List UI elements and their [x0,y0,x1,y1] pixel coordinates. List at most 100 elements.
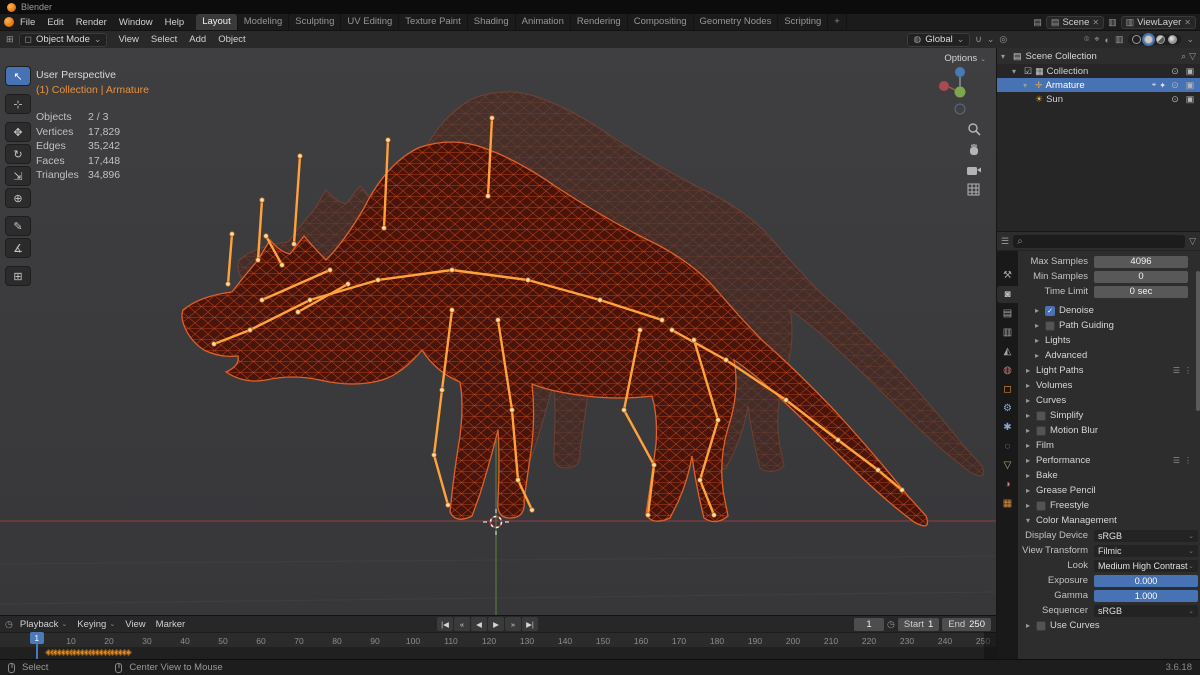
panel-performance[interactable]: ▸Performance☰⋮ [1018,453,1198,468]
proportional-edit-icon[interactable]: ◎ [999,34,1007,45]
camera-view-icon[interactable] [966,164,981,176]
panel-checkbox[interactable] [1036,501,1046,511]
gizmo-z-neg-axis[interactable] [955,104,965,114]
camera-toggle-icon[interactable]: ▣ [1184,94,1196,105]
tool-move[interactable]: ✥ [5,122,31,142]
color-management-header[interactable]: ▾ Color Management [1018,513,1198,528]
viewport-menu-object[interactable]: Object [212,33,251,46]
viewlayer-remove-icon[interactable]: ✕ [1184,18,1191,27]
properties-tab-physics[interactable]: ◌ [997,438,1018,455]
outliner-row-sun[interactable]: ☀Sun⊙▣ [997,92,1200,106]
viewport-menu-select[interactable]: Select [145,33,183,46]
shading-dropdown-icon[interactable]: ⌄ [1186,34,1194,45]
workspace-tab-compositing[interactable]: Compositing [628,14,694,30]
workspace-tab-uv-editing[interactable]: UV Editing [341,14,399,30]
tool-select-box[interactable]: ↖ [5,66,31,86]
outliner-filter-icon[interactable]: ▽ [1189,51,1196,62]
properties-tab-particles[interactable]: ✱ [997,419,1018,436]
prev-keyframe-button[interactable]: « [454,617,470,631]
gizmo-z-axis[interactable] [955,67,965,77]
timeline-ruler[interactable]: 1020304050607080901001101201301401501601… [0,632,996,647]
timeline-editor-icon[interactable]: ◷ [5,619,13,630]
shading-wireframe-icon[interactable] [1132,35,1141,44]
properties-tab-modifiers[interactable]: ⚙ [997,400,1018,417]
tool-cursor[interactable]: ⊹ [5,94,31,114]
panel-curves[interactable]: ▸Curves [1018,393,1198,408]
outliner-row-collection[interactable]: ▾☑▦Collection⊙▣ [997,64,1200,78]
properties-filter-icon[interactable]: ▽ [1189,236,1196,247]
properties-tab-scene[interactable]: ◭ [997,343,1018,360]
shading-solid-icon[interactable] [1144,35,1153,44]
workspace-tab-shading[interactable]: Shading [468,14,516,30]
properties-tab-object[interactable]: ◻ [997,381,1018,398]
workspace-tab-modeling[interactable]: Modeling [238,14,290,30]
properties-tab-output[interactable]: ▤ [997,305,1018,322]
viewlayer-selector[interactable]: ▥ ViewLayer ✕ [1121,16,1196,29]
tool-measure[interactable]: ∡ [5,238,31,258]
panel-advanced[interactable]: ▸Advanced [1018,348,1198,363]
gizmos-toggle-icon[interactable]: ⌖ [1094,34,1099,45]
eye-toggle-icon[interactable]: ⊙ [1169,80,1181,91]
slider-exposure[interactable]: 0.000 [1094,575,1198,587]
properties-tab-world[interactable]: ◍ [997,362,1018,379]
panel-denoise[interactable]: ▸✓Denoise [1018,303,1198,318]
preset-menu-icon[interactable]: ☰ [1173,366,1180,375]
properties-editor-icon[interactable]: ☰ [1001,236,1009,247]
panel-lights[interactable]: ▸Lights [1018,333,1198,348]
use-curves-checkbox[interactable] [1036,621,1046,631]
workspace-tab-sculpting[interactable]: Sculpting [289,14,341,30]
field-value[interactable]: 0 [1094,271,1188,283]
viewport-canvas[interactable] [0,48,996,615]
properties-tab-render[interactable]: ◙ [997,286,1018,303]
panel-motion-blur[interactable]: ▸Motion Blur [1018,423,1198,438]
properties-tab-material[interactable]: ◑ [997,476,1018,493]
panel-grease-pencil[interactable]: ▸Grease Pencil [1018,483,1198,498]
ortho-grid-icon[interactable] [967,183,980,196]
jump-to-end-button[interactable]: ▶| [522,617,538,631]
workspace-tab-scripting[interactable]: Scripting [778,14,828,30]
blender-menu-icon[interactable] [4,17,14,27]
tool-annotate[interactable]: ✎ [5,216,31,236]
next-keyframe-button[interactable]: » [505,617,521,631]
snap-dropdown-icon[interactable]: ⌄ [987,34,995,45]
camera-toggle-icon[interactable]: ▣ [1184,66,1196,77]
panel-checkbox[interactable] [1036,426,1046,436]
panel-checkbox[interactable] [1036,411,1046,421]
properties-search-input[interactable] [1026,236,1181,246]
properties-tab-object-data[interactable]: ▽ [997,457,1018,474]
timeline-menu-view[interactable]: View [120,619,150,630]
workspace-tab-animation[interactable]: Animation [516,14,571,30]
panel-options-icon[interactable]: ⋮ [1184,456,1192,465]
scene-selector[interactable]: ▤ Scene ✕ [1046,16,1104,29]
panel-simplify[interactable]: ▸Simplify [1018,408,1198,423]
menu-window[interactable]: Window [113,16,159,29]
xray-toggle-icon[interactable]: ▥ [1115,34,1124,45]
eye-toggle-icon[interactable]: ⊙ [1169,66,1181,77]
viewport-menu-view[interactable]: View [112,33,144,46]
gizmo-y-axis[interactable] [955,87,966,98]
mode-dropdown[interactable]: ◻ Object Mode ⌄ [19,33,108,47]
panel-path-guiding[interactable]: ▸Path Guiding [1018,318,1198,333]
transform-orientation-dropdown[interactable]: ◍ Global ⌄ [907,33,970,47]
workspace-tab-layout[interactable]: Layout [196,14,238,30]
slider-gamma[interactable]: 1.000 [1094,590,1198,602]
menu-file[interactable]: File [14,16,41,29]
outliner-search-icon[interactable]: ⌕ [1181,51,1186,62]
current-frame-field[interactable]: 1 [854,618,884,631]
tool-add-cube[interactable]: ⊞ [5,266,31,286]
tool-transform[interactable]: ⊕ [5,188,31,208]
timeline-playhead[interactable]: 1 [30,632,44,659]
frame-start-field[interactable]: Start1 [898,618,939,631]
panel-freestyle[interactable]: ▸Freestyle [1018,498,1198,513]
frame-end-field[interactable]: End250 [942,618,991,631]
pan-hand-icon[interactable] [967,143,981,157]
select-view-transform[interactable]: Filmic⌄ [1094,545,1198,557]
menu-edit[interactable]: Edit [41,16,69,29]
navigation-gizmo[interactable] [936,64,984,123]
scene-browse-icon[interactable]: ▤ [1033,17,1042,28]
workspace-tab-geometry-nodes[interactable]: Geometry Nodes [694,14,779,30]
outliner-root-label[interactable]: Scene Collection [1026,51,1097,62]
workspace-tab-rendering[interactable]: Rendering [571,14,628,30]
workspace-tab-texture-paint[interactable]: Texture Paint [399,14,467,30]
panel-light-paths[interactable]: ▸Light Paths☰⋮ [1018,363,1198,378]
